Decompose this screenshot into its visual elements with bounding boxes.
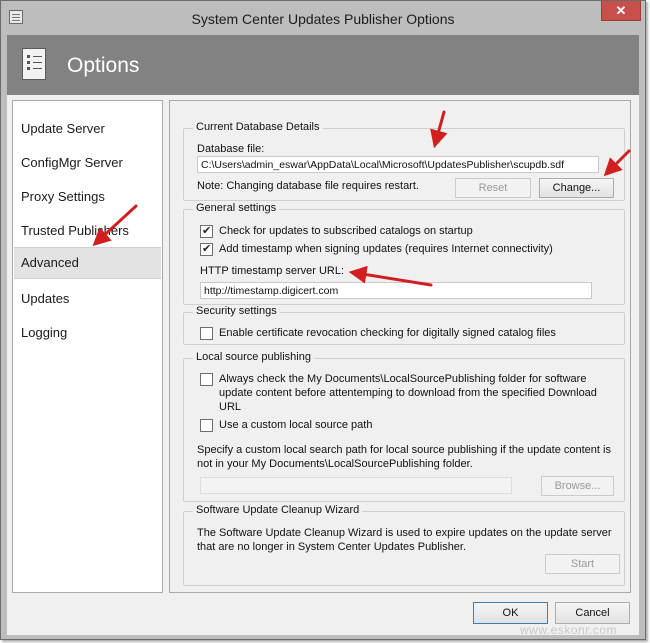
always-check-checkbox[interactable]	[200, 373, 213, 386]
database-group: Current Database Details Database file: …	[183, 121, 625, 201]
group-label: Current Database Details	[193, 121, 323, 133]
sidebar-item-logging[interactable]: Logging	[14, 318, 161, 348]
sidebar-item-configmgr-server[interactable]: ConfigMgr Server	[14, 148, 161, 178]
window-title: System Center Updates Publisher Options	[191, 11, 455, 27]
database-file-input[interactable]	[197, 156, 599, 173]
title-bar[interactable]: System Center Updates Publisher Options …	[1, 1, 645, 35]
reset-button[interactable]: Reset	[455, 178, 531, 198]
options-sidebar: Update Server ConfigMgr Server Proxy Set…	[12, 100, 163, 593]
custom-path-label: Use a custom local source path	[219, 419, 373, 431]
advanced-settings-panel: Current Database Details Database file: …	[169, 100, 631, 593]
sidebar-item-trusted-publishers[interactable]: Trusted Publishers	[14, 216, 161, 246]
revocation-checkbox[interactable]	[200, 327, 213, 340]
sidebar-item-advanced[interactable]: Advanced	[14, 247, 161, 279]
sidebar-item-updates[interactable]: Updates	[14, 284, 161, 314]
local-source-description: Specify a custom local search path for l…	[197, 444, 611, 470]
checklist-icon	[22, 48, 46, 80]
timestamp-url-label: HTTP timestamp server URL:	[200, 265, 345, 277]
sidebar-item-proxy-settings[interactable]: Proxy Settings	[14, 182, 161, 212]
add-timestamp-label: Add timestamp when signing updates (requ…	[219, 243, 553, 255]
custom-path-input[interactable]	[200, 477, 512, 494]
change-database-button[interactable]: Change...	[539, 178, 614, 198]
group-label: General settings	[193, 202, 280, 214]
ok-button[interactable]: OK	[473, 602, 548, 624]
start-cleanup-button[interactable]: Start	[545, 554, 620, 574]
database-note: Note: Changing database file requires re…	[197, 180, 419, 192]
general-settings-group: General settings Check for updates to su…	[183, 202, 625, 305]
banner-title: Options	[67, 54, 140, 77]
custom-path-checkbox[interactable]	[200, 419, 213, 432]
options-dialog: System Center Updates Publisher Options …	[0, 0, 646, 640]
group-label: Software Update Cleanup Wizard	[193, 504, 363, 516]
group-label: Local source publishing	[193, 351, 314, 363]
cleanup-description: The Software Update Cleanup Wizard is us…	[197, 527, 612, 553]
check-updates-label: Check for updates to subscribed catalogs…	[219, 225, 473, 237]
sidebar-item-update-server[interactable]: Update Server	[14, 114, 161, 144]
cancel-button[interactable]: Cancel	[555, 602, 630, 624]
dialog-body: Update Server ConfigMgr Server Proxy Set…	[7, 95, 639, 635]
close-button[interactable]: ✕	[601, 1, 641, 21]
always-check-label: Always check the My Documents\LocalSourc…	[219, 373, 597, 413]
check-updates-checkbox[interactable]	[200, 224, 213, 238]
timestamp-url-input[interactable]	[200, 282, 592, 299]
group-label: Security settings	[193, 305, 280, 317]
options-banner: Options	[7, 35, 639, 95]
local-source-group: Local source publishing Always check the…	[183, 351, 625, 502]
database-file-label: Database file:	[197, 143, 265, 155]
security-settings-group: Security settings Enable certificate rev…	[183, 305, 625, 345]
watermark-text: www.eskonr.com	[520, 623, 618, 637]
revocation-label: Enable certificate revocation checking f…	[219, 327, 556, 339]
add-timestamp-checkbox[interactable]	[200, 242, 213, 256]
cleanup-wizard-group: Software Update Cleanup Wizard The Softw…	[183, 504, 625, 586]
browse-button[interactable]: Browse...	[541, 476, 614, 496]
